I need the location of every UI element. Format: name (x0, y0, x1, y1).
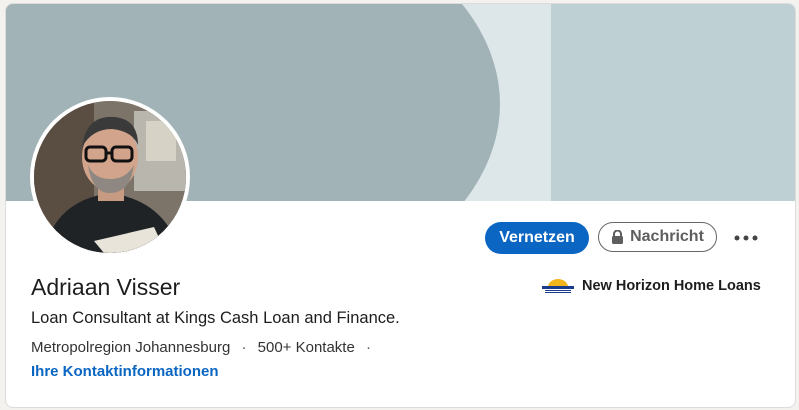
profile-location: Metropolregion Johannesburg (31, 339, 231, 356)
meta-separator: · (366, 339, 371, 356)
message-button-label: Nachricht (630, 228, 704, 245)
lock-icon (612, 229, 624, 244)
more-actions-button[interactable] (730, 224, 762, 252)
profile-name: Adriaan Visser (31, 274, 181, 300)
avatar[interactable] (30, 97, 190, 257)
avatar-portrait-image (34, 101, 186, 253)
ellipsis-icon (734, 235, 758, 241)
company-logo (542, 279, 574, 294)
banner-right-panel (551, 4, 795, 201)
profile-card: Vernetzen Nachricht Adriaan Visser Loan … (5, 3, 796, 408)
company-link[interactable]: New Horizon Home Loans (542, 278, 761, 294)
profile-headline: Loan Consultant at Kings Cash Loan and F… (31, 309, 400, 327)
meta-separator: · (241, 339, 247, 356)
profile-meta: Metropolregion Johannesburg · 500+ Konta… (31, 339, 378, 356)
avatar-photo (34, 101, 186, 253)
message-button[interactable]: Nachricht (598, 222, 717, 252)
contact-info-link[interactable]: Ihre Kontaktinformationen (31, 363, 219, 380)
profile-connections: 500+ Kontakte (257, 339, 355, 356)
company-name: New Horizon Home Loans (582, 278, 761, 294)
connect-button[interactable]: Vernetzen (485, 222, 589, 254)
